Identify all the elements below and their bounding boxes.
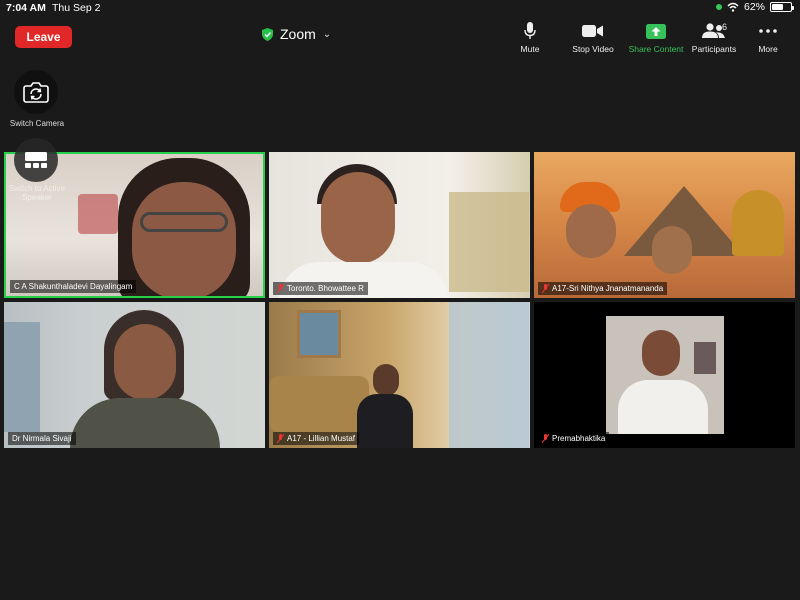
mute-button[interactable]: Mute xyxy=(495,22,565,54)
participants-label: Participants xyxy=(691,44,737,54)
battery-icon xyxy=(770,2,794,12)
sofa xyxy=(269,376,369,432)
status-right: 62% xyxy=(715,1,794,13)
status-bar: 7:04 AM Thu Sep 2 62% xyxy=(0,0,800,16)
switch-camera-button[interactable] xyxy=(14,70,58,114)
participant-name: A17-Sri Nithya Jnanatmananda xyxy=(552,284,664,293)
participant-face xyxy=(321,172,395,264)
participant-name-tag: Toronto. Bhowattee R xyxy=(273,282,368,295)
share-arrow-icon xyxy=(646,23,666,39)
more-button[interactable]: More xyxy=(733,22,800,54)
wall-picture xyxy=(694,342,716,374)
participant-head xyxy=(373,364,399,396)
wall-painting xyxy=(297,310,341,358)
more-dots-icon xyxy=(759,29,777,33)
stop-video-label: Stop Video xyxy=(572,44,614,54)
camera-rotate-icon xyxy=(23,82,49,103)
participant-name: Premabhaktika xyxy=(552,434,606,443)
mute-label: Mute xyxy=(520,44,540,54)
participant-body xyxy=(618,380,708,434)
battery-percent: 62% xyxy=(743,1,765,13)
switch-active-speaker-button[interactable] xyxy=(14,138,58,182)
leave-button[interactable]: Leave xyxy=(15,26,72,48)
meeting-title-dropdown[interactable]: Zoom ⌄ xyxy=(262,26,331,42)
participant-body xyxy=(357,394,413,448)
participant-face xyxy=(642,330,680,376)
chevron-down-icon: ⌄ xyxy=(322,28,332,40)
switch-camera-label: Switch Camera xyxy=(9,119,65,128)
window-curtain xyxy=(449,302,529,448)
video-camera-icon xyxy=(582,25,603,37)
status-date: Thu Sep 2 xyxy=(52,2,101,14)
participant-name: Toronto. Bhowattee R xyxy=(287,284,364,293)
mic-in-use-icon xyxy=(715,4,722,10)
wall-picture xyxy=(78,194,118,234)
participant-face xyxy=(114,324,176,400)
participant-body xyxy=(70,398,220,448)
video-tile-6[interactable]: Premabhaktika xyxy=(534,302,795,448)
stop-video-button[interactable]: Stop Video xyxy=(558,22,628,54)
participant-name-tag: A17 - Lillian Mustaf xyxy=(273,432,360,445)
participant-face-2 xyxy=(652,226,692,274)
participant-name-tag: A17-Sri Nithya Jnanatmananda xyxy=(538,282,668,295)
mic-muted-icon xyxy=(277,434,284,443)
participant-name: A17 - Lillian Mustaf xyxy=(287,434,356,443)
participant-name-tag: Premabhaktika xyxy=(538,432,610,445)
more-label: More xyxy=(758,44,778,54)
switch-speaker-label: Switch to Active Speaker xyxy=(8,184,66,202)
wifi-icon xyxy=(727,2,739,12)
video-tile-3[interactable]: A17-Sri Nithya Jnanatmananda xyxy=(534,152,795,298)
mic-muted-icon xyxy=(542,434,549,443)
grid-view-icon xyxy=(25,152,47,168)
mic-muted-icon xyxy=(277,284,284,293)
status-time: 7:04 AM xyxy=(6,2,46,14)
participant-name: C A Shakunthaladevi Dayalingam xyxy=(14,282,133,291)
mic-muted-icon xyxy=(542,284,549,293)
video-tile-5[interactable]: A17 - Lillian Mustaf xyxy=(269,302,530,448)
participant-name: Dr Nirmala Sivaji xyxy=(12,434,72,443)
video-tile-4[interactable]: Dr Nirmala Sivaji xyxy=(4,302,265,448)
video-tile-2[interactable]: Toronto. Bhowattee R xyxy=(269,152,530,298)
window xyxy=(4,322,40,432)
microphone-icon xyxy=(524,22,536,39)
shield-check-icon xyxy=(262,27,273,41)
participant-face xyxy=(566,204,616,258)
participants-count: 6 xyxy=(722,22,728,32)
window-plants xyxy=(449,192,529,292)
share-content-label: Share Content xyxy=(628,44,684,54)
meeting-title: Zoom xyxy=(280,26,316,42)
participant-name-tag: C A Shakunthaladevi Dayalingam xyxy=(10,280,137,293)
participant-face xyxy=(132,182,236,296)
participant-name-tag: Dr Nirmala Sivaji xyxy=(8,432,76,445)
glasses xyxy=(140,212,228,232)
deity-statue xyxy=(732,190,784,256)
